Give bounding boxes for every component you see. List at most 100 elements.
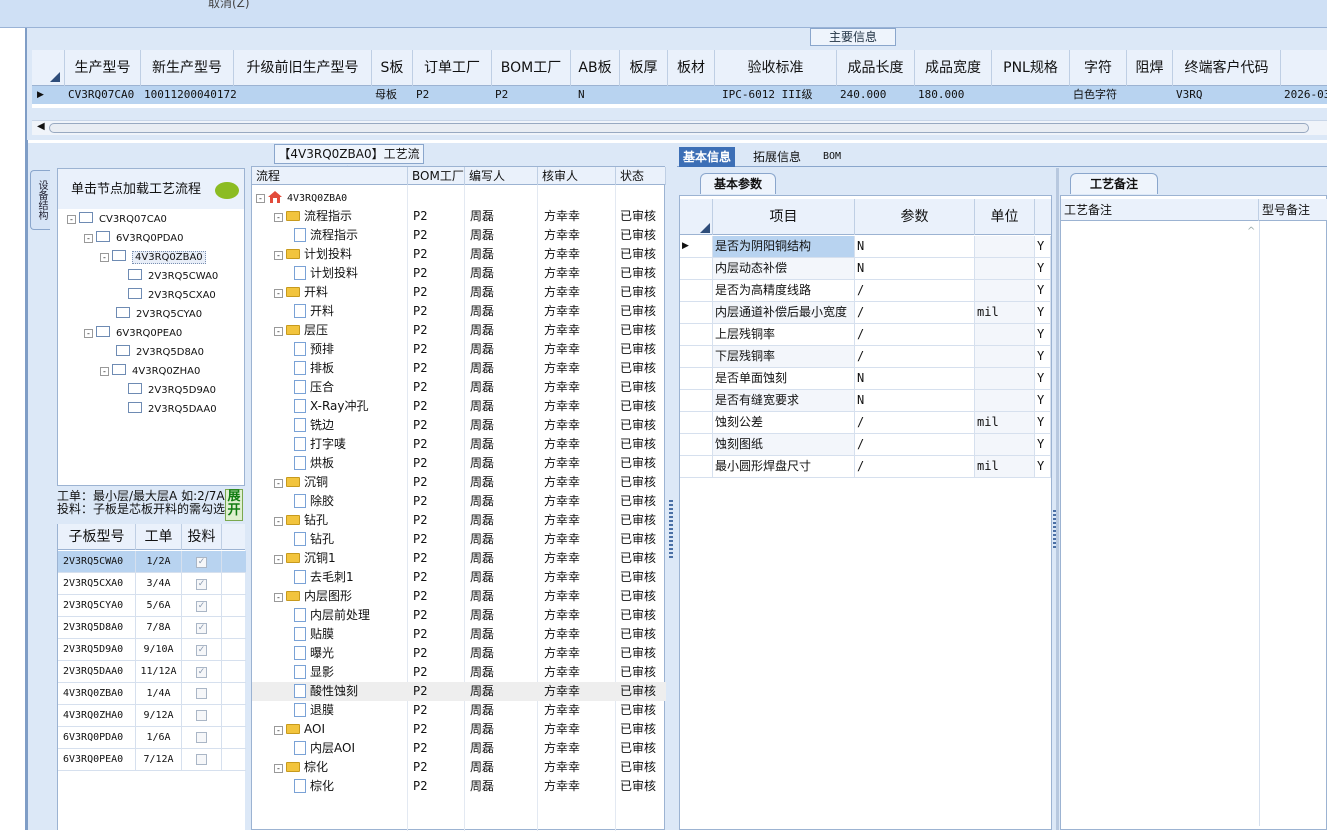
process-row[interactable]: 烘板 P2 周磊 方幸幸 已审核	[252, 454, 666, 473]
tab-extended-info[interactable]: 拓展信息	[749, 147, 805, 167]
feed-checkbox[interactable]: ✓	[196, 623, 207, 634]
feed-checkbox[interactable]	[196, 754, 207, 765]
param-value[interactable]: /	[855, 456, 975, 477]
param-row[interactable]: 最小圆形焊盘尺寸 / mil Y	[680, 456, 1051, 478]
tree-node[interactable]: 2V3RQ5CXA0	[128, 288, 216, 301]
collapse-icon[interactable]: -	[274, 251, 283, 260]
process-row[interactable]: 流程指示 P2 周磊 方幸幸 已审核	[252, 226, 666, 245]
table-row[interactable]: 2V3RQ5D8A0 7/8A ✓	[58, 617, 246, 639]
col-header[interactable]: AB板	[571, 50, 620, 86]
col-header[interactable]: 工艺备注	[1061, 199, 1259, 221]
param-value[interactable]: N	[855, 390, 975, 411]
col-header[interactable]: 验收标准	[715, 50, 837, 86]
vertical-tab-structure[interactable]: 设备结构	[30, 170, 50, 230]
process-row[interactable]: 去毛刺1 P2 周磊 方幸幸 已审核	[252, 568, 666, 587]
collapse-icon[interactable]: -	[274, 593, 283, 602]
table-row[interactable]: ▶ CV3RQ07CA0 10011200040172 母板 P2 P2 N I…	[32, 86, 1327, 104]
collapse-icon[interactable]: -	[274, 517, 283, 526]
tree-node[interactable]: 2V3RQ5D9A0	[128, 383, 216, 396]
process-row[interactable]: - 沉铜 P2 周磊 方幸幸 已审核	[252, 473, 666, 492]
tab-basic-params[interactable]: 基本参数	[700, 173, 776, 194]
tree-node[interactable]: 2V3RQ5CWA0	[128, 269, 218, 282]
param-value[interactable]: /	[855, 434, 975, 455]
tree-node[interactable]: 2V3RQ5D8A0	[116, 345, 204, 358]
process-row[interactable]: - 计划投料 P2 周磊 方幸幸 已审核	[252, 245, 666, 264]
collapse-icon[interactable]: -	[100, 253, 109, 262]
param-row[interactable]: 蚀刻图纸 / Y	[680, 434, 1051, 456]
col-header[interactable]: 终端客户代码	[1173, 50, 1281, 86]
collapse-icon[interactable]: -	[274, 289, 283, 298]
col-header[interactable]: 编写人	[465, 167, 538, 185]
feed-checkbox[interactable]: ✓	[196, 557, 207, 568]
param-value[interactable]: /	[855, 302, 975, 323]
process-row[interactable]: - AOI P2 周磊 方幸幸 已审核	[252, 720, 666, 739]
col-header[interactable]: 升级前旧生产型号	[234, 50, 372, 86]
param-value[interactable]: N	[855, 368, 975, 389]
process-root-row[interactable]: -4V3RQ0ZBA0	[252, 188, 666, 207]
process-row[interactable]: 压合 P2 周磊 方幸幸 已审核	[252, 378, 666, 397]
scroll-left-icon[interactable]: ◀	[37, 121, 45, 132]
param-row[interactable]: 内层通道补偿后最小宽度 / mil Y	[680, 302, 1051, 324]
feed-checkbox[interactable]	[196, 710, 207, 721]
col-header[interactable]: 字符	[1070, 50, 1127, 86]
col-header[interactable]: 单位	[975, 199, 1035, 235]
feed-checkbox[interactable]	[196, 688, 207, 699]
tree-node[interactable]: 2V3RQ5CYA0	[116, 307, 202, 320]
table-row[interactable]: 2V3RQ5CYA0 5/6A ✓	[58, 595, 246, 617]
tree-node[interactable]: -4V3RQ0ZHA0	[100, 364, 200, 377]
process-row[interactable]: 计划投料 P2 周磊 方幸幸 已审核	[252, 264, 666, 283]
table-row[interactable]: 4V3RQ0ZHA0 9/12A	[58, 705, 246, 727]
tree-node[interactable]: - CV3RQ07CA0	[67, 212, 167, 225]
col-header[interactable]: 工单	[136, 524, 182, 550]
collapse-icon[interactable]: -	[84, 234, 93, 243]
col-header[interactable]: 成品宽度	[915, 50, 992, 86]
col-header[interactable]: 投料	[182, 524, 222, 550]
tab-process-notes[interactable]: 工艺备注	[1070, 173, 1158, 194]
process-row[interactable]: 预排 P2 周磊 方幸幸 已审核	[252, 340, 666, 359]
table-row[interactable]: 6V3RQ0PDA0 1/6A	[58, 727, 246, 749]
process-row[interactable]: 棕化 P2 周磊 方幸幸 已审核	[252, 777, 666, 796]
col-header[interactable]: 流程	[252, 167, 408, 185]
param-row[interactable]: 内层动态补偿 N Y	[680, 258, 1051, 280]
process-row[interactable]: 铣边 P2 周磊 方幸幸 已审核	[252, 416, 666, 435]
process-row[interactable]: 内层前处理 P2 周磊 方幸幸 已审核	[252, 606, 666, 625]
process-row[interactable]: - 开料 P2 周磊 方幸幸 已审核	[252, 283, 666, 302]
param-row[interactable]: 是否为高精度线路 / Y	[680, 280, 1051, 302]
col-header[interactable]: 核审人	[538, 167, 616, 185]
col-header[interactable]: 新生产型号	[141, 50, 234, 86]
splitter-grip[interactable]	[669, 500, 673, 560]
param-value[interactable]: N	[855, 258, 975, 279]
col-header[interactable]: 型号备注	[1259, 199, 1327, 221]
col-header[interactable]: 子板型号	[58, 524, 136, 550]
chat-bubble-icon[interactable]	[215, 182, 239, 199]
collapse-icon[interactable]: -	[274, 213, 283, 222]
param-row[interactable]: 蚀刻公差 / mil Y	[680, 412, 1051, 434]
table-row[interactable]: 2V3RQ5DAA0 11/12A ✓	[58, 661, 246, 683]
col-header[interactable]: 板材	[668, 50, 715, 86]
process-row[interactable]: 显影 P2 周磊 方幸幸 已审核	[252, 663, 666, 682]
process-row[interactable]: - 流程指示 P2 周磊 方幸幸 已审核	[252, 207, 666, 226]
param-value[interactable]: /	[855, 346, 975, 367]
process-row[interactable]: 除胶 P2 周磊 方幸幸 已审核	[252, 492, 666, 511]
collapse-icon[interactable]: -	[100, 367, 109, 376]
tree-node[interactable]: -6V3RQ0PDA0	[84, 231, 184, 244]
col-header[interactable]: 板厚	[620, 50, 668, 86]
param-row[interactable]: 是否单面蚀刻 N Y	[680, 368, 1051, 390]
tree-node[interactable]: -6V3RQ0PEA0	[84, 326, 182, 339]
feed-checkbox[interactable]	[196, 732, 207, 743]
process-row[interactable]: 贴膜 P2 周磊 方幸幸 已审核	[252, 625, 666, 644]
feed-checkbox[interactable]: ✓	[196, 579, 207, 590]
tree-node-selected[interactable]: -4V3RQ0ZBA0	[100, 250, 206, 264]
col-header[interactable]: 成品长度	[837, 50, 915, 86]
collapse-icon[interactable]: -	[274, 479, 283, 488]
col-header[interactable]: 阻焊	[1127, 50, 1173, 86]
feed-checkbox[interactable]: ✓	[196, 645, 207, 656]
table-row[interactable]: 2V3RQ5CWA0 1/2A ✓	[58, 551, 246, 573]
tab-bom[interactable]: BOM	[819, 147, 845, 167]
process-row[interactable]: 退膜 P2 周磊 方幸幸 已审核	[252, 701, 666, 720]
collapse-icon[interactable]: -	[274, 327, 283, 336]
table-row[interactable]: 4V3RQ0ZBA0 1/4A	[58, 683, 246, 705]
process-row[interactable]: X-Ray冲孔 P2 周磊 方幸幸 已审核	[252, 397, 666, 416]
col-header[interactable]: 项目	[713, 199, 855, 235]
table-row[interactable]: 2V3RQ5CXA0 3/4A ✓	[58, 573, 246, 595]
